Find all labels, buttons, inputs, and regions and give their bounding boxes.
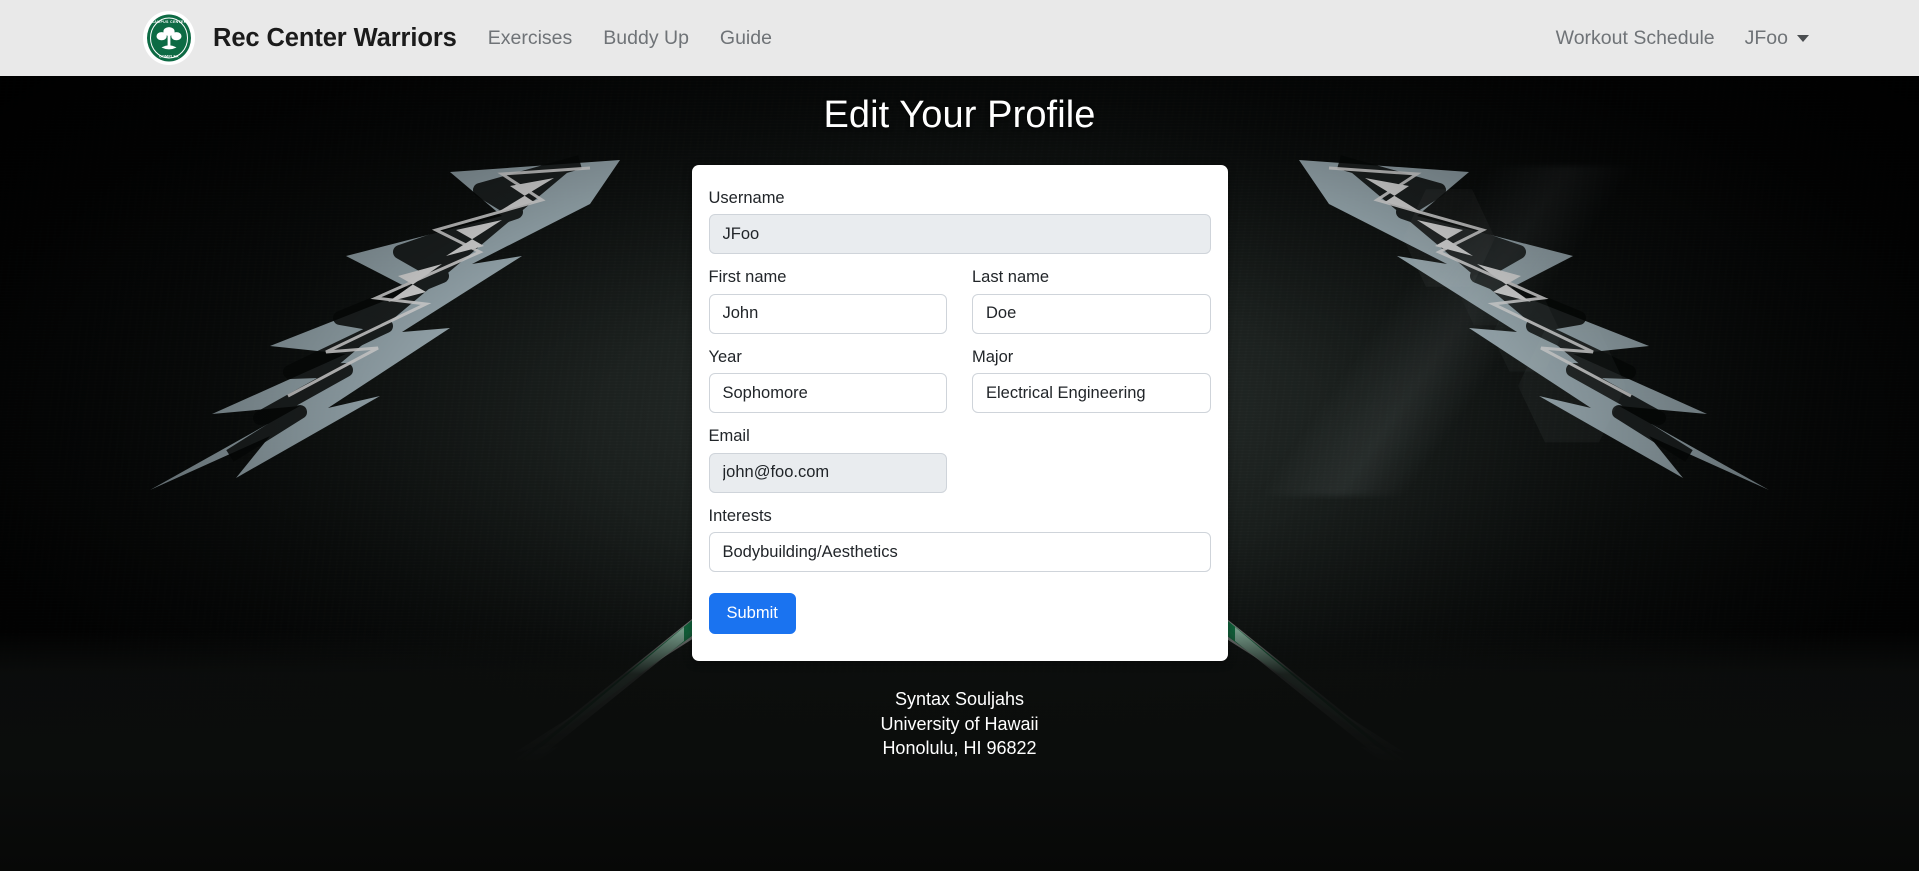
year-input[interactable] [708, 373, 947, 414]
primary-nav: Exercises Buddy Up Guide [488, 27, 772, 50]
nav-link-guide[interactable]: Guide [720, 27, 772, 50]
major-label: Major [972, 347, 1014, 366]
footer-line-university: University of Hawaii [880, 713, 1039, 734]
username-label: Username [708, 189, 785, 207]
field-interests: Interests [708, 506, 1211, 573]
navbar-right: Workout Schedule JFoo [1556, 27, 1809, 50]
footer: Syntax Souljahs University of Hawaii Hon… [0, 687, 1919, 761]
name-row: First name Last name [708, 267, 1211, 334]
interests-label: Interests [708, 506, 772, 525]
field-first-name: First name [708, 267, 947, 334]
page-title: Edit Your Profile [823, 94, 1096, 136]
brand-group[interactable]: CAMPUS CENTER COMPLEX Rec Center Warrior… [143, 11, 457, 65]
email-input [708, 452, 947, 493]
svg-text:COMPLEX: COMPLEX [159, 55, 179, 59]
page-stage: Edit Your Profile Username First name La… [0, 76, 1919, 871]
footer-line-organization: Syntax Souljahs [894, 688, 1025, 709]
svg-text:CAMPUS CENTER: CAMPUS CENTER [151, 20, 186, 24]
submit-button[interactable]: Submit [708, 593, 796, 634]
nav-link-exercises[interactable]: Exercises [488, 27, 573, 50]
chevron-down-icon [1797, 34, 1809, 42]
campus-center-complex-seal-icon: CAMPUS CENTER COMPLEX [143, 11, 195, 65]
footer-line-address: Honolulu, HI 96822 [882, 738, 1037, 759]
year-label: Year [708, 347, 742, 366]
academic-row: Year Major [708, 347, 1211, 414]
field-year: Year [708, 347, 947, 414]
edit-profile-form-card: Username First name Last name [691, 165, 1228, 661]
brand-title: Rec Center Warriors [213, 23, 457, 52]
major-input[interactable] [972, 373, 1211, 414]
page-content: Edit Your Profile Username First name La… [0, 76, 1919, 761]
first-name-label: First name [708, 268, 787, 287]
interests-input[interactable] [708, 532, 1211, 573]
navbar: CAMPUS CENTER COMPLEX Rec Center Warrior… [0, 0, 1919, 76]
field-username: Username [708, 188, 1211, 255]
nav-link-workout-schedule[interactable]: Workout Schedule [1556, 27, 1715, 50]
field-major: Major [972, 347, 1211, 414]
username-input [708, 214, 1211, 255]
user-menu-label: JFoo [1744, 26, 1788, 49]
field-email: Email [708, 426, 960, 493]
email-label: Email [708, 427, 750, 446]
field-last-name: Last name [972, 267, 1211, 334]
last-name-label: Last name [972, 268, 1050, 287]
user-menu-dropdown[interactable]: JFoo [1745, 27, 1809, 50]
first-name-input[interactable] [708, 293, 947, 334]
nav-link-buddy-up[interactable]: Buddy Up [603, 27, 689, 50]
last-name-input[interactable] [972, 293, 1211, 334]
